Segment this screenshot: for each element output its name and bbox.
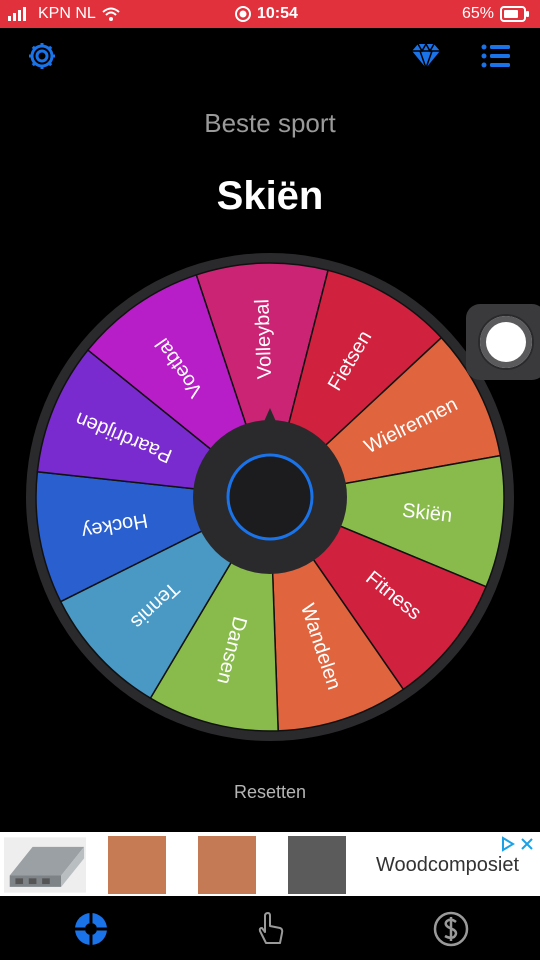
ad-banner[interactable]: Woodcomposiet bbox=[0, 832, 540, 896]
wheel-segment-label: Volleybal bbox=[251, 299, 276, 380]
tab-wheel[interactable] bbox=[72, 910, 110, 948]
swatch-3 bbox=[288, 836, 346, 894]
wheel-icon bbox=[75, 913, 107, 945]
decking-profile-image bbox=[4, 837, 86, 893]
spin-button[interactable] bbox=[226, 453, 314, 541]
assistive-touch-knob bbox=[480, 316, 532, 368]
tab-bar bbox=[0, 896, 540, 960]
ad-text: Woodcomposiet bbox=[376, 854, 520, 876]
spin-wheel[interactable]: Volleybal FietsenWielrennenSkiënFitnessWa… bbox=[0, 0, 540, 960]
swatch-1 bbox=[108, 836, 166, 894]
hand-pointer-icon bbox=[258, 912, 284, 944]
dollar-icon bbox=[433, 911, 469, 947]
tab-premium[interactable] bbox=[432, 910, 470, 948]
reset-button[interactable]: Resetten bbox=[0, 782, 540, 803]
assistive-touch-button[interactable] bbox=[466, 304, 540, 380]
ad-choices-icon[interactable] bbox=[500, 836, 536, 852]
tab-tap[interactable] bbox=[251, 910, 289, 948]
swatch-2 bbox=[198, 836, 256, 894]
